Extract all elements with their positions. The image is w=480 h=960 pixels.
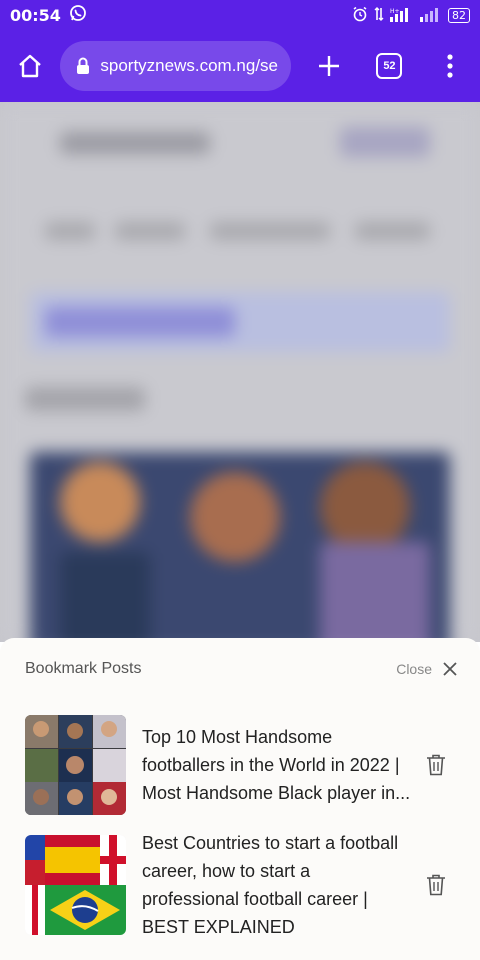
new-tab-button[interactable] bbox=[299, 30, 359, 102]
status-time: 00:54 bbox=[10, 5, 61, 25]
browser-toolbar: sportyznews.com.ng/se 52 bbox=[0, 30, 480, 102]
whatsapp-icon bbox=[69, 4, 87, 26]
delete-bookmark-button[interactable] bbox=[422, 874, 450, 896]
data-transfer-icon bbox=[374, 6, 384, 25]
close-icon bbox=[443, 662, 457, 676]
bookmark-title: Best Countries to start a football caree… bbox=[142, 833, 399, 937]
tab-switcher-button[interactable]: 52 bbox=[359, 30, 419, 102]
close-label: Close bbox=[396, 661, 432, 677]
close-button[interactable]: Close bbox=[396, 661, 458, 677]
delete-bookmark-button[interactable] bbox=[422, 754, 450, 776]
lock-icon bbox=[77, 57, 90, 74]
url-text: sportyznews.com.ng/se bbox=[100, 56, 279, 75]
home-button[interactable] bbox=[0, 30, 60, 102]
bookmark-thumbnail-footballers bbox=[25, 715, 126, 815]
trash-icon bbox=[427, 754, 445, 776]
bookmark-thumbnail-flags bbox=[25, 835, 126, 935]
sheet-title: Bookmark Posts bbox=[25, 660, 142, 677]
more-vertical-icon bbox=[447, 54, 453, 78]
bookmark-title: Top 10 Most Handsome footballers in the … bbox=[142, 727, 411, 803]
address-bar[interactable]: sportyznews.com.ng/se bbox=[60, 41, 291, 91]
alarm-icon bbox=[352, 6, 368, 25]
battery-level: 82 bbox=[452, 8, 466, 22]
blurred-page-content bbox=[0, 102, 480, 642]
tab-count: 52 bbox=[376, 53, 403, 79]
signal-strength-secondary-icon bbox=[420, 6, 442, 25]
svg-text:H+: H+ bbox=[390, 8, 400, 15]
sheet-header: Bookmark Posts Close bbox=[25, 658, 458, 680]
bookmark-item[interactable]: Top 10 Most Handsome footballers in the … bbox=[25, 715, 460, 815]
bookmarks-sheet: Bookmark Posts Close Top 10 Most Handsom… bbox=[0, 638, 480, 960]
menu-button[interactable] bbox=[420, 30, 480, 102]
status-bar: 00:54 H+ 82 bbox=[0, 0, 480, 30]
bookmark-item[interactable]: Best Countries to start a football caree… bbox=[25, 833, 460, 937]
trash-icon bbox=[427, 874, 445, 896]
plus-icon bbox=[319, 56, 340, 76]
home-icon bbox=[19, 54, 41, 78]
battery-icon: 82 bbox=[448, 7, 470, 23]
signal-strength-icon: H+ bbox=[390, 6, 414, 25]
